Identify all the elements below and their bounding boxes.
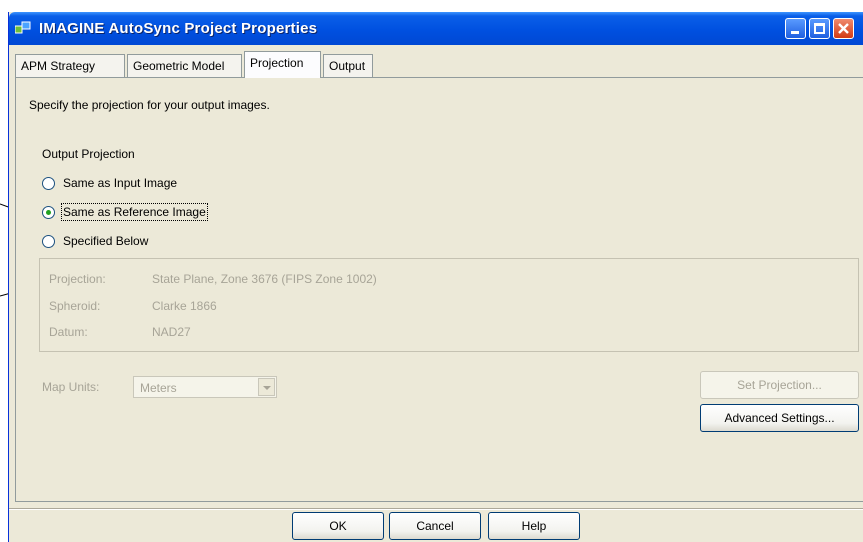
tab-apm-strategy[interactable]: APM Strategy <box>15 54 125 77</box>
close-icon <box>838 23 849 34</box>
help-button[interactable]: Help <box>488 512 580 540</box>
spheroid-value: Clarke 1866 <box>152 299 217 313</box>
radio-specified-below-label[interactable]: Specified Below <box>63 234 148 248</box>
bottom-divider <box>9 508 863 510</box>
radio-same-as-reference[interactable] <box>42 206 55 219</box>
title-bar[interactable]: IMAGINE AutoSync Project Properties <box>9 12 863 45</box>
radio-specified-below[interactable] <box>42 235 55 248</box>
advanced-settings-button[interactable]: Advanced Settings... <box>700 404 859 432</box>
map-units-label: Map Units: <box>42 380 100 394</box>
tab-output[interactable]: Output <box>323 54 373 77</box>
projection-value: State Plane, Zone 3676 (FIPS Zone 1002) <box>152 272 377 286</box>
minimize-button[interactable] <box>785 18 806 39</box>
datum-label: Datum: <box>49 325 88 339</box>
app-icon <box>15 21 31 34</box>
minimize-icon <box>791 31 799 34</box>
map-units-value: Meters <box>140 381 177 395</box>
chevron-down-icon[interactable] <box>258 378 275 396</box>
close-button[interactable] <box>833 18 854 39</box>
radio-same-as-reference-label[interactable]: Same as Reference Image <box>61 203 208 221</box>
tab-projection[interactable]: Projection <box>244 51 321 78</box>
tab-geometric-model[interactable]: Geometric Model <box>127 54 242 77</box>
cancel-button[interactable]: Cancel <box>389 512 481 540</box>
maximize-button[interactable] <box>809 18 830 39</box>
radio-same-as-input[interactable] <box>42 177 55 190</box>
dialog-window: IMAGINE AutoSync Project Properties APM … <box>8 12 863 542</box>
instructions-text: Specify the projection for your output i… <box>29 98 270 112</box>
output-projection-heading: Output Projection <box>42 147 135 161</box>
maximize-icon <box>814 23 825 34</box>
window-title: IMAGINE AutoSync Project Properties <box>39 20 318 37</box>
spheroid-label: Spheroid: <box>49 299 101 313</box>
set-projection-button[interactable]: Set Projection... <box>700 371 859 399</box>
datum-value: NAD27 <box>152 325 191 339</box>
radio-same-as-input-label[interactable]: Same as Input Image <box>63 176 177 190</box>
map-units-select[interactable]: Meters <box>133 376 277 398</box>
ok-button[interactable]: OK <box>292 512 384 540</box>
projection-label: Projection: <box>49 272 106 286</box>
